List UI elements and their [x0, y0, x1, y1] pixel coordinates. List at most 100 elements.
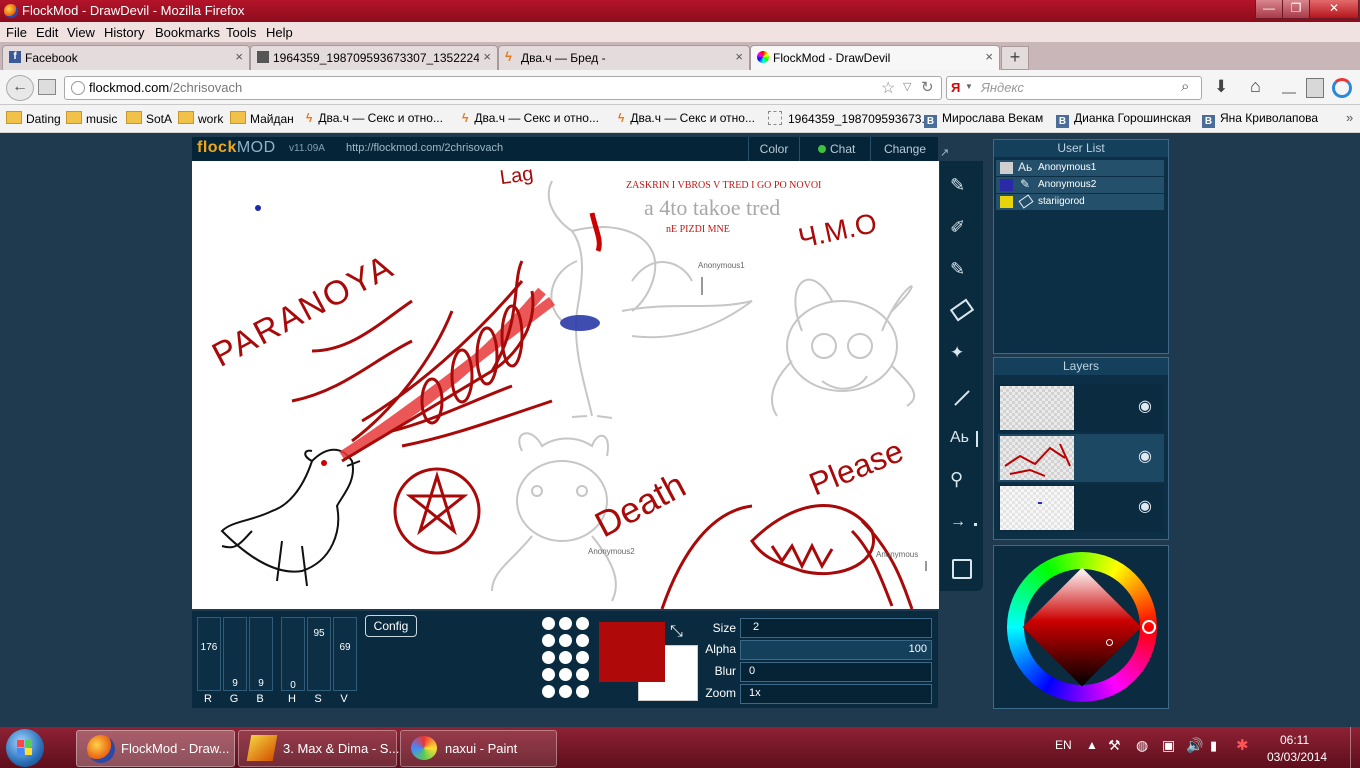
search-icon[interactable]: ⌕: [1181, 78, 1189, 95]
bookmark-dvach-2[interactable]: ϟ Два.ч — Секс и отно...: [462, 111, 599, 125]
close-tab-icon[interactable]: ×: [483, 49, 491, 64]
eyedropper-tool-icon[interactable]: ⚲: [950, 469, 963, 490]
taskbar-item-paint[interactable]: naxui - Paint: [400, 730, 557, 767]
eye-icon[interactable]: ◉: [1138, 396, 1152, 416]
hue-ring[interactable]: [1007, 552, 1157, 702]
bookmark-star-icon[interactable]: ☆: [881, 78, 895, 98]
bookmark-dvach-3[interactable]: ϟ Два.ч — Секс и отно...: [618, 111, 755, 125]
close-tab-icon[interactable]: ×: [735, 49, 743, 64]
addon-icon[interactable]: [1332, 78, 1352, 98]
change-button[interactable]: Change: [870, 137, 939, 161]
brush-preset[interactable]: [542, 668, 555, 681]
tab-flockmod[interactable]: FlockMod - DrawDevil ×: [750, 45, 1000, 70]
menu-file[interactable]: File: [6, 25, 27, 40]
tray-tool-icon[interactable]: ⚒: [1108, 737, 1121, 754]
eye-icon[interactable]: ◉: [1138, 446, 1152, 466]
network-icon[interactable]: ▮: [1210, 738, 1217, 754]
volume-icon[interactable]: 🔊: [1186, 737, 1203, 754]
brush-preset[interactable]: [576, 651, 589, 664]
slider-r[interactable]: 176: [197, 617, 221, 691]
save-icon[interactable]: [952, 559, 972, 579]
url-bar[interactable]: flockmod.com/2chrisovach ☆ ▽ ↻: [64, 76, 942, 100]
clock-date[interactable]: 03/03/2014: [1267, 750, 1327, 764]
bookmark-photo[interactable]: 1964359_198709593673...: [768, 111, 931, 126]
clipboard-icon[interactable]: [1306, 78, 1324, 98]
layer-row-2[interactable]: ◉: [998, 434, 1164, 482]
bookmark-vk-1[interactable]: B Мирославa Векам: [924, 111, 1043, 128]
minimize-button[interactable]: —: [1255, 0, 1283, 19]
show-desktop-button[interactable]: [1350, 727, 1360, 768]
brush-preset[interactable]: [576, 668, 589, 681]
reload-icon[interactable]: ↻: [921, 78, 934, 96]
eraser-tool-icon[interactable]: [949, 298, 975, 322]
chevron-down-icon[interactable]: ▼: [965, 82, 973, 91]
language-indicator[interactable]: EN: [1055, 738, 1072, 752]
soft-eraser-tool-icon[interactable]: ✦: [950, 343, 964, 363]
bookmark-dating[interactable]: Dating: [6, 111, 61, 126]
layer-row-3[interactable]: ◉: [998, 484, 1164, 532]
maximize-button[interactable]: ❐: [1282, 0, 1310, 19]
move-tool-icon[interactable]: →: [950, 513, 966, 531]
bookmark-maidan[interactable]: Майдан: [230, 111, 294, 126]
bookmark-music[interactable]: music: [66, 111, 117, 126]
close-tab-icon[interactable]: ×: [985, 49, 993, 64]
color-picker-handle[interactable]: [1106, 639, 1113, 646]
slider-s[interactable]: 95: [307, 617, 331, 691]
color-button[interactable]: Color: [748, 137, 799, 161]
tab-facebook[interactable]: f Facebook ×: [2, 45, 250, 70]
hue-picker-handle[interactable]: [1142, 620, 1156, 634]
brush-preset[interactable]: [559, 651, 572, 664]
close-tab-icon[interactable]: ×: [235, 49, 243, 64]
slider-b[interactable]: 9: [249, 617, 273, 691]
user-row-anonymous1[interactable]: Aь Anonymous1: [996, 160, 1164, 176]
layer-row-1[interactable]: ◉: [998, 384, 1164, 432]
brush-preset[interactable]: [559, 685, 572, 698]
tab-dvach[interactable]: ϟ Два.ч — Бред - ×: [498, 45, 750, 70]
brush-preset[interactable]: [542, 634, 555, 647]
brush-preset[interactable]: [559, 617, 572, 630]
download-icon[interactable]: ⬇: [1214, 77, 1228, 97]
taskbar-item-firefox[interactable]: FlockMod - Draw...: [76, 730, 235, 767]
show-hidden-icons-icon[interactable]: ▲: [1086, 738, 1098, 752]
slider-v[interactable]: 69: [333, 617, 357, 691]
size-field[interactable]: 2: [740, 618, 932, 638]
brush-preset[interactable]: [576, 634, 589, 647]
menu-help[interactable]: Help: [266, 25, 293, 40]
clock-time[interactable]: 06:11: [1280, 733, 1309, 747]
drawing-canvas[interactable]: ZASKRIN I VBROS V TRED I GO PO NOVOI a 4…: [192, 161, 939, 609]
user-row-anonymous2[interactable]: ✎ Anonymous2: [996, 177, 1164, 193]
menu-edit[interactable]: Edit: [36, 25, 58, 40]
blur-field[interactable]: 0: [740, 662, 932, 682]
brush-preset[interactable]: [576, 617, 589, 630]
taskbar-item-winamp[interactable]: 3. Max & Dima - S...: [238, 730, 399, 767]
tray-monitor-icon[interactable]: ▣: [1162, 737, 1175, 754]
expand-arrow-icon[interactable]: ↗: [940, 146, 954, 160]
pencil-tool-icon[interactable]: ✎: [950, 175, 965, 196]
brush-preset[interactable]: [559, 634, 572, 647]
pen-tool-icon[interactable]: ✎: [950, 259, 965, 280]
back-arrow-icon[interactable]: ←: [6, 75, 34, 101]
bookmark-dvach-1[interactable]: ϟ Два.ч — Секс и отно...: [306, 111, 443, 125]
brush-preset[interactable]: [559, 668, 572, 681]
zoom-field[interactable]: 1x: [740, 684, 932, 704]
search-bar[interactable]: Я ▼ Яндекс ⌕: [946, 76, 1202, 100]
close-button[interactable]: ✕: [1309, 0, 1359, 19]
home-icon[interactable]: ⌂: [1250, 76, 1261, 97]
identity-icon[interactable]: [38, 79, 56, 95]
brush-preset[interactable]: [542, 617, 555, 630]
brush-preset[interactable]: [576, 685, 589, 698]
bookmark-vk-3[interactable]: B Яна Криволапова: [1202, 111, 1318, 128]
dropdown-icon[interactable]: ▽: [903, 80, 911, 93]
start-button[interactable]: [6, 729, 44, 767]
slider-h[interactable]: 0: [281, 617, 305, 691]
new-tab-button[interactable]: +: [1001, 46, 1029, 70]
tray-app-icon[interactable]: ◍: [1136, 737, 1148, 754]
brush-tool-icon[interactable]: ✐: [950, 217, 965, 238]
menu-view[interactable]: View: [67, 25, 95, 40]
bookmark-sota[interactable]: SotA: [126, 111, 172, 126]
menu-bookmarks[interactable]: Bookmarks: [155, 25, 220, 40]
menu-history[interactable]: History: [104, 25, 144, 40]
signal-icon[interactable]: [1282, 80, 1296, 94]
line-tool-icon[interactable]: [954, 390, 970, 406]
eye-icon[interactable]: ◉: [1138, 496, 1152, 516]
